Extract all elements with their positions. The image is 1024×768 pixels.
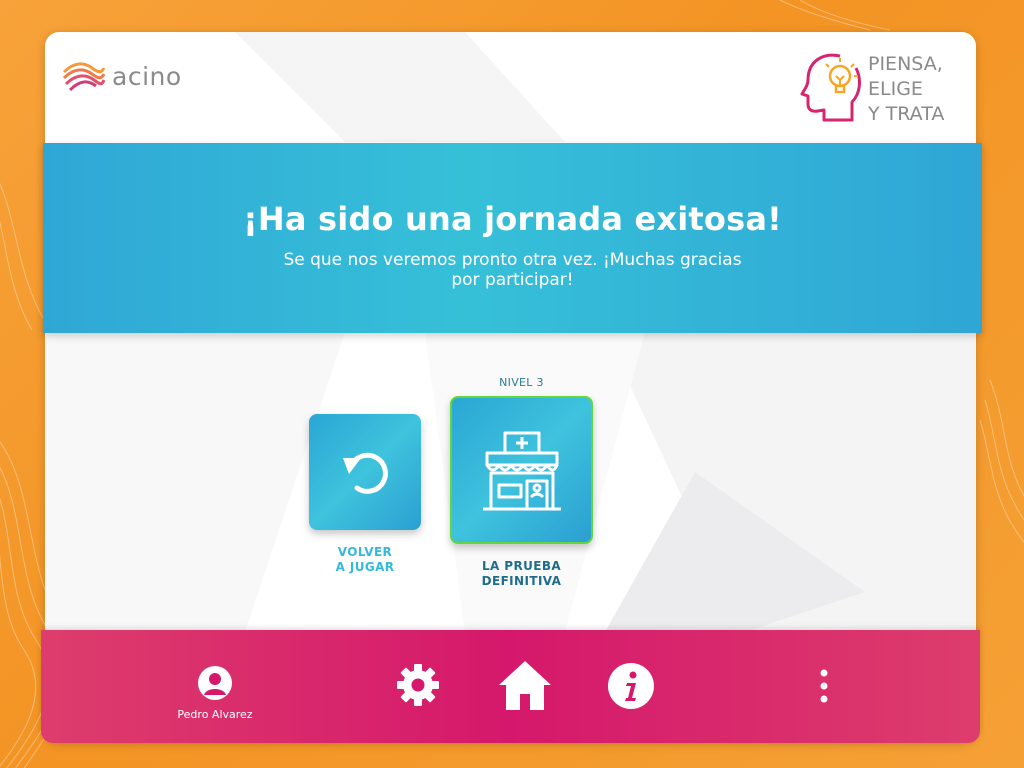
result-banner: ¡Ha sido una jornada exitosa! Se que nos…	[43, 143, 982, 333]
play-again-label-line-2: A JUGAR	[335, 560, 395, 574]
play-again-label-line-1: VOLVER	[337, 545, 393, 559]
final-test-button[interactable]	[450, 396, 593, 544]
home-icon	[499, 661, 551, 710]
game-title-line-3: Y TRATA	[868, 103, 945, 125]
acino-logo: acino	[62, 56, 182, 96]
final-test-label: LA PRUEBA DEFINITIVA	[450, 559, 593, 589]
final-test-option[interactable]: NIVEL 3 LA PRUEBA DEFINITIVA	[450, 376, 593, 589]
settings-button[interactable]	[393, 660, 443, 710]
user-profile[interactable]: Pedro Alvarez	[170, 665, 260, 721]
banner-subtitle: Se que nos veremos pronto otra vez. ¡Muc…	[283, 250, 742, 290]
acino-logo-text: acino	[112, 61, 182, 91]
play-again-option[interactable]: VOLVER A JUGAR	[309, 414, 421, 575]
user-avatar-icon	[198, 666, 232, 700]
final-test-label-line-2: DEFINITIVA	[481, 574, 562, 588]
level-label: NIVEL 3	[499, 376, 544, 389]
game-logo-title: PIENSA, ELIGE Y TRATA	[868, 52, 944, 127]
game-logo: PIENSA, ELIGE Y TRATA	[800, 50, 944, 127]
head-lightbulb-icon	[800, 53, 861, 122]
home-button[interactable]	[496, 656, 554, 714]
undo-arrow-icon	[343, 452, 388, 494]
gear-icon	[397, 664, 439, 706]
pharmacy-store-icon	[482, 431, 561, 511]
play-again-button[interactable]	[309, 414, 421, 530]
more-options-button[interactable]	[812, 666, 836, 706]
user-name: Pedro Alvarez	[177, 708, 253, 721]
info-button[interactable]	[606, 661, 656, 711]
final-test-label-line-1: LA PRUEBA	[481, 559, 562, 573]
more-vertical-icon	[820, 669, 828, 703]
info-icon	[608, 663, 654, 709]
acino-logo-mark-icon	[62, 62, 106, 92]
play-again-label: VOLVER A JUGAR	[309, 545, 421, 575]
game-title-line-2: ELIGE	[868, 78, 923, 100]
banner-title: ¡Ha sido una jornada exitosa!	[243, 200, 782, 238]
game-title-line-1: PIENSA,	[868, 53, 943, 75]
